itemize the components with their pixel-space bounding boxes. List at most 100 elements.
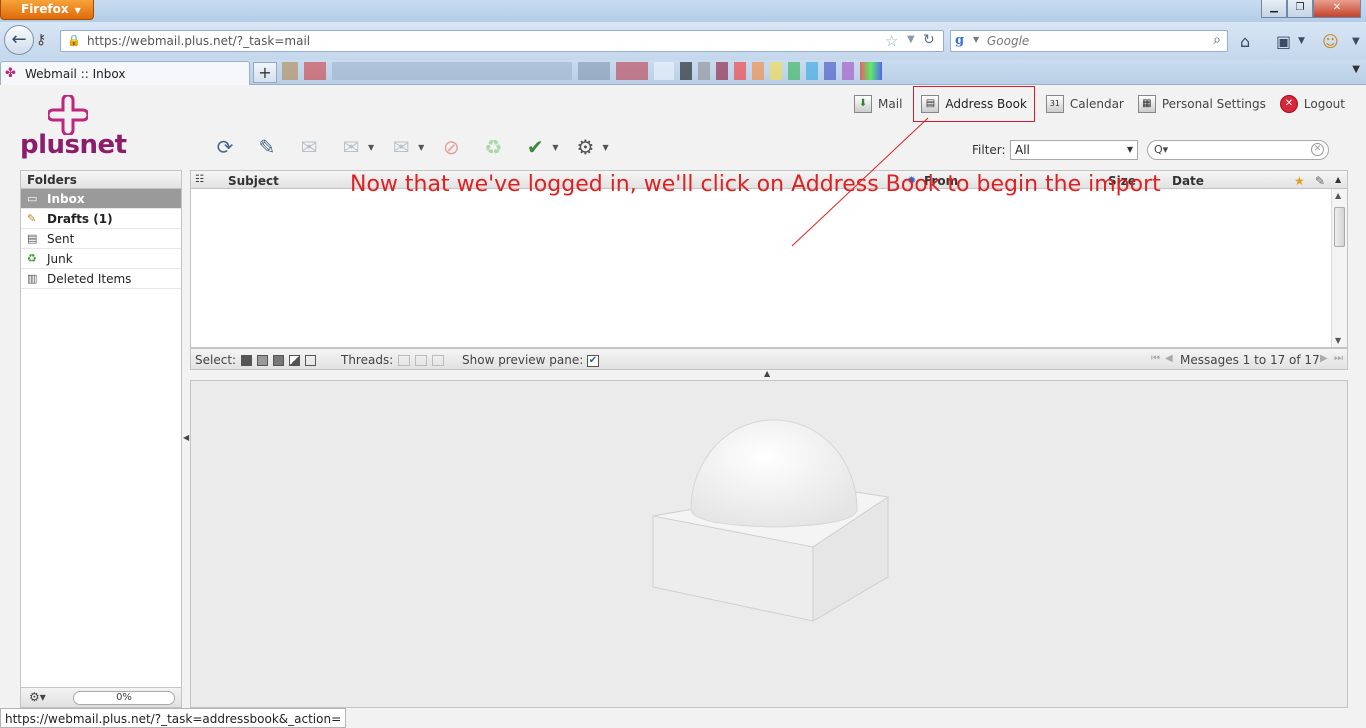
quick-search-input[interactable]: Q▾ ✕ — [1147, 140, 1329, 160]
chevron-down-icon[interactable]: ▼ — [1298, 36, 1305, 46]
trash-icon: ▥ — [27, 272, 38, 285]
new-tab-button[interactable]: + — [253, 62, 277, 83]
google-icon[interactable]: g — [955, 33, 971, 49]
reply-all-button[interactable]: ✉ — [336, 132, 366, 162]
attachment-icon: ✎ — [1315, 174, 1326, 188]
plusnet-favicon-icon: ✤ — [5, 66, 16, 81]
select-page-icon[interactable] — [257, 355, 268, 366]
search-icon[interactable]: ⌕ — [1213, 32, 1221, 48]
preview-pane — [190, 380, 1348, 708]
swatch — [332, 62, 572, 80]
chevron-down-icon[interactable]: ▼ — [552, 143, 558, 152]
refresh-button[interactable]: ⟳ — [210, 132, 240, 162]
plusnet-logo-mark-icon — [48, 95, 88, 135]
back-button[interactable]: ← — [4, 25, 34, 55]
scroll-thumb[interactable] — [1334, 207, 1345, 247]
vertical-splitter-handle[interactable]: ◀ — [183, 433, 189, 442]
folder-junk[interactable]: ♻ Junk — [21, 249, 181, 269]
refresh-icon: ⟳ — [216, 135, 234, 159]
chevron-down-icon[interactable]: ▼ — [368, 143, 374, 152]
select-none-icon[interactable] — [305, 355, 316, 366]
swatch — [680, 62, 692, 80]
column-subject[interactable]: Subject — [228, 174, 279, 188]
expand-all-icon[interactable] — [398, 355, 410, 366]
folders-header: Folders — [21, 171, 181, 189]
clear-search-icon[interactable]: ✕ — [1311, 143, 1324, 156]
desktop-background-strip — [282, 62, 882, 82]
nav-logout-label: Logout — [1303, 97, 1345, 111]
delete-button[interactable]: ⊘ — [436, 132, 466, 162]
nav-address-book[interactable]: ▤ Address Book — [913, 86, 1035, 122]
reload-icon[interactable]: ↻ — [923, 32, 935, 48]
search-options-icon[interactable]: Q▾ — [1154, 143, 1168, 156]
addon-icon[interactable]: ☺ — [1322, 32, 1339, 51]
forward-button[interactable]: ✉ — [386, 132, 416, 162]
select-invert-icon[interactable] — [289, 355, 300, 366]
select-controls — [241, 353, 321, 367]
bookmark-star-icon[interactable]: ☆ — [885, 32, 898, 50]
folder-deleted-items[interactable]: ▥ Deleted Items — [21, 269, 181, 289]
junk-icon: ♻ — [27, 252, 37, 265]
chevron-down-icon[interactable]: ▼ — [973, 35, 979, 44]
scroll-down-icon[interactable]: ▼ — [1335, 336, 1341, 345]
search-bar[interactable]: g ▼ Google ⌕ — [950, 30, 1228, 52]
select-unread-icon[interactable] — [273, 355, 284, 366]
nav-calendar[interactable]: 31 Calendar — [1039, 91, 1131, 117]
swatch — [698, 62, 710, 80]
folder-label: Inbox — [47, 191, 85, 206]
filter-select[interactable]: All ▼ — [1010, 140, 1138, 160]
chevron-down-icon[interactable]: ▼ — [1352, 36, 1360, 47]
url-bar[interactable]: 🔒 https://webmail.plus.net/?_task=mail ☆… — [60, 30, 944, 52]
swatch — [282, 62, 298, 80]
folder-drafts[interactable]: ✎ Drafts (1) — [21, 209, 181, 229]
nav-mail[interactable]: ⬇ Mail — [847, 91, 909, 117]
preview-pane-checkbox[interactable]: ✔ — [587, 353, 599, 367]
swatch — [842, 62, 854, 80]
archive-button[interactable]: ♻ — [478, 132, 508, 162]
next-page-icon[interactable]: ▶ — [1320, 353, 1328, 364]
minimize-button[interactable]: ▁ — [1261, 0, 1287, 18]
folder-sent[interactable]: ▤ Sent — [21, 229, 181, 249]
chevron-down-icon[interactable]: ▼ — [907, 34, 915, 45]
nav-personal-settings[interactable]: ▦ Personal Settings — [1131, 91, 1273, 117]
first-page-icon[interactable]: ⏮ — [1151, 353, 1160, 364]
chevron-down-icon[interactable]: ▼ — [602, 143, 608, 152]
url-text: https://webmail.plus.net/?_task=mail — [87, 34, 311, 48]
expand-unread-icon[interactable] — [415, 355, 427, 366]
swatch — [860, 62, 882, 80]
firefox-menu-button[interactable]: Firefox ▼ — [0, 0, 94, 20]
scroll-up-icon[interactable]: ▲ — [1335, 175, 1341, 184]
collapse-all-icon[interactable] — [432, 355, 444, 366]
reply-button[interactable]: ✉ — [294, 132, 324, 162]
compose-button[interactable]: ✎ — [252, 132, 282, 162]
key-icon[interactable]: ⚷ — [36, 32, 46, 48]
folder-settings-icon[interactable]: ⚙▾ — [29, 690, 46, 704]
forward-icon: ✉ — [392, 135, 410, 159]
previous-page-icon[interactable]: ◀ — [1165, 353, 1173, 364]
column-date[interactable]: Date — [1172, 174, 1204, 188]
last-page-icon[interactable]: ⏭ — [1334, 353, 1343, 364]
tab-webmail-inbox[interactable]: ✤ Webmail :: Inbox — [0, 61, 250, 86]
scroll-up-icon[interactable]: ▲ — [1335, 191, 1341, 200]
bookmarks-icon[interactable]: ▣ — [1276, 32, 1291, 51]
plusnet-logo[interactable]: plusnet — [20, 95, 127, 160]
swatch — [578, 62, 610, 80]
column-options-icon[interactable]: ☷ — [195, 174, 204, 185]
home-icon[interactable]: ⌂ — [1240, 32, 1250, 51]
select-label: Select: — [195, 353, 237, 367]
maximize-button[interactable]: ❐ — [1287, 0, 1313, 18]
folder-inbox[interactable]: ▭ Inbox — [21, 189, 181, 209]
horizontal-splitter-handle[interactable]: ▲ — [764, 369, 770, 378]
chevron-down-icon[interactable]: ▼ — [418, 143, 424, 152]
address-book-icon: ▤ — [921, 95, 940, 113]
more-button[interactable]: ⚙ — [570, 132, 600, 162]
browser-navbar: ← ⚷ 🔒 https://webmail.plus.net/?_task=ma… — [0, 22, 1366, 60]
message-list-scrollbar[interactable]: ▲ ▼ — [1331, 189, 1347, 347]
mark-button[interactable]: ✔ — [520, 132, 550, 162]
logo-text: plusnet — [20, 130, 127, 160]
swatch — [824, 62, 836, 80]
tab-list-icon[interactable]: ▼ — [1352, 64, 1360, 75]
nav-logout[interactable]: ✕ Logout — [1273, 91, 1352, 117]
close-window-button[interactable]: ✕ — [1313, 0, 1361, 18]
select-all-icon[interactable] — [241, 355, 252, 366]
